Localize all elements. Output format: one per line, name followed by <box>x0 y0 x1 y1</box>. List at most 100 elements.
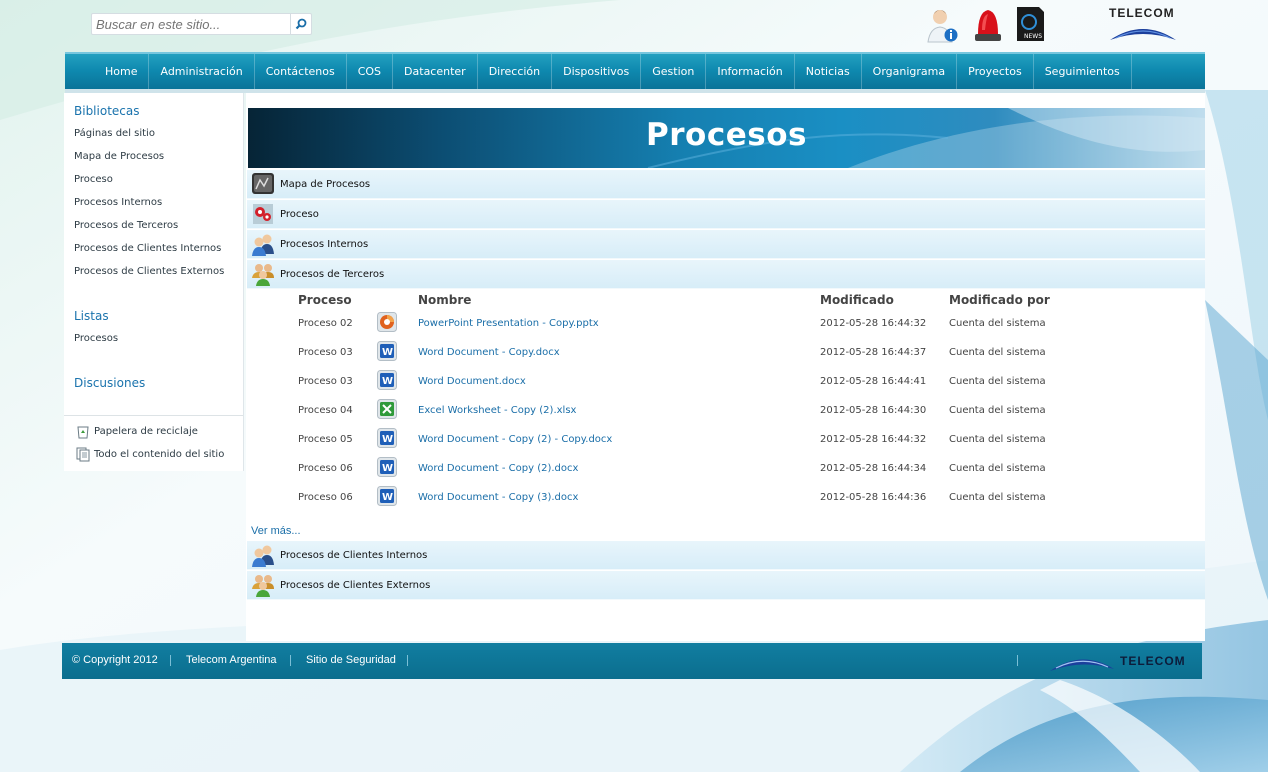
all-content-icon <box>76 447 90 462</box>
word-file-icon: W <box>377 370 397 390</box>
all-content-label: Todo el contenido del sitio <box>94 449 225 460</box>
cell-proceso: Proceso 04 <box>298 405 353 416</box>
sidebar-divider <box>64 415 243 416</box>
search-box <box>91 13 312 35</box>
col-header-modificado[interactable]: Modificado <box>820 293 894 307</box>
nav-organigrama[interactable]: Organigrama <box>862 54 958 89</box>
cell-proceso: Proceso 06 <box>298 492 353 503</box>
cell-nombre-link[interactable]: Word Document.docx <box>418 375 526 389</box>
nav-home[interactable]: Home <box>94 54 150 89</box>
nav-dispositivos[interactable]: Dispositivos <box>552 54 642 89</box>
cell-nombre-link[interactable]: PowerPoint Presentation - Copy.pptx <box>418 317 599 331</box>
nav-direccion[interactable]: Dirección <box>478 54 553 89</box>
cell-nombre-link[interactable]: Word Document - Copy.docx <box>418 346 560 360</box>
sidebar-item-procesos-terceros[interactable]: Procesos de Terceros <box>74 220 178 231</box>
telecom-logo[interactable]: TELECOM <box>1108 6 1178 42</box>
footer-separator <box>407 655 408 666</box>
cell-proceso: Proceso 06 <box>298 463 353 474</box>
section-clientes-externos[interactable]: Procesos de Clientes Externos <box>247 571 1205 600</box>
footer-swoosh <box>1050 659 1114 671</box>
svg-text:NEWS: NEWS <box>1024 33 1042 40</box>
footer-copyright: © Copyright 2012 <box>72 654 158 666</box>
cell-proceso: Proceso 05 <box>298 434 353 445</box>
section-proceso[interactable]: Proceso <box>247 200 1205 229</box>
sidebar-item-proceso[interactable]: Proceso <box>74 174 113 185</box>
cell-nombre-link[interactable]: Word Document - Copy (3).docx <box>418 491 578 505</box>
sidebar-item-mapa-procesos[interactable]: Mapa de Procesos <box>74 151 164 162</box>
col-header-modificado-por[interactable]: Modificado por <box>949 293 1050 307</box>
users-group-icon <box>252 545 274 567</box>
section-mapa-procesos[interactable]: Mapa de Procesos <box>247 170 1205 199</box>
col-header-proceso[interactable]: Proceso <box>298 293 352 307</box>
nav-seguimientos[interactable]: Seguimientos <box>1034 54 1132 89</box>
section-clientes-internos[interactable]: Procesos de Clientes Internos <box>247 541 1205 570</box>
sidebar-item-clientes-externos[interactable]: Procesos de Clientes Externos <box>74 266 224 277</box>
top-navigation: Home Administración Contáctenos COS Data… <box>65 52 1205 89</box>
svg-text:W: W <box>382 376 393 387</box>
cell-nombre-link[interactable]: Word Document - Copy (2) - Copy.docx <box>418 433 612 447</box>
nav-administracion[interactable]: Administración <box>149 54 255 89</box>
users-group-green-icon <box>252 575 274 597</box>
sidebar-item-paginas[interactable]: Páginas del sitio <box>74 128 155 139</box>
nav-informacion[interactable]: Información <box>706 54 795 89</box>
page-banner: Procesos <box>248 108 1205 168</box>
footer-separator <box>170 655 171 666</box>
cell-modificado: 2012-05-28 16:44:41 <box>820 376 927 387</box>
search-input[interactable] <box>92 14 290 34</box>
process-icon <box>253 204 273 224</box>
search-button[interactable] <box>290 14 311 34</box>
sidebar-heading-listas[interactable]: Listas <box>74 309 109 323</box>
cell-modificado-por: Cuenta del sistema <box>949 376 1046 387</box>
left-navigation: Bibliotecas Páginas del sitio Mapa de Pr… <box>64 93 244 471</box>
nav-gestion[interactable]: Gestion <box>641 54 707 89</box>
section-title: Procesos de Terceros <box>280 268 385 280</box>
cell-modificado: 2012-05-28 16:44:32 <box>820 318 927 329</box>
sidebar-heading-discusiones[interactable]: Discusiones <box>74 376 145 390</box>
cell-modificado: 2012-05-28 16:44:36 <box>820 492 927 503</box>
cell-modificado: 2012-05-28 16:44:30 <box>820 405 927 416</box>
page-title: Procesos <box>646 117 807 153</box>
nav-noticias[interactable]: Noticias <box>795 54 862 89</box>
sidebar-item-procesos-list[interactable]: Procesos <box>74 333 118 344</box>
word-file-icon: W <box>377 486 397 506</box>
powerpoint-file-icon <box>377 312 397 332</box>
footer-telecom-logo[interactable]: TELECOM <box>1048 651 1198 673</box>
sidebar-item-clientes-internos[interactable]: Procesos de Clientes Internos <box>74 243 221 254</box>
main-content: Procesos Mapa de Procesos Proceso Proces… <box>246 93 1205 641</box>
cell-nombre-link[interactable]: Word Document - Copy (2).docx <box>418 462 578 476</box>
nav-proyectos[interactable]: Proyectos <box>957 54 1034 89</box>
cell-proceso: Proceso 03 <box>298 347 353 358</box>
cell-modificado-por: Cuenta del sistema <box>949 405 1046 416</box>
brand-text: TELECOM <box>1109 6 1175 20</box>
section-title: Mapa de Procesos <box>280 178 371 190</box>
col-header-nombre[interactable]: Nombre <box>418 293 471 307</box>
alarm-light-icon[interactable] <box>970 4 1006 44</box>
word-file-icon: W <box>377 341 397 361</box>
footer-link-telecom-argentina[interactable]: Telecom Argentina <box>186 654 277 666</box>
news-icon[interactable]: NEWS <box>1014 4 1050 44</box>
nav-datacenter[interactable]: Datacenter <box>393 54 478 89</box>
svg-text:W: W <box>382 434 393 445</box>
footer-separator <box>1017 655 1018 666</box>
footer-link-sitio-seguridad[interactable]: Sitio de Seguridad <box>306 654 396 666</box>
svg-text:W: W <box>382 492 393 503</box>
section-procesos-terceros[interactable]: Procesos de Terceros <box>247 260 1205 289</box>
sidebar-heading-bibliotecas[interactable]: Bibliotecas <box>74 104 139 118</box>
section-procesos-internos[interactable]: Procesos Internos <box>247 230 1205 259</box>
ver-mas-link[interactable]: Ver más... <box>251 525 301 537</box>
all-content-link[interactable]: Todo el contenido del sitio <box>76 447 224 462</box>
word-file-icon: W <box>377 428 397 448</box>
cell-modificado: 2012-05-28 16:44:32 <box>820 434 927 445</box>
recycle-bin-label: Papelera de reciclaje <box>94 426 198 437</box>
nav-contactenos[interactable]: Contáctenos <box>255 54 347 89</box>
recycle-bin-icon <box>77 426 89 439</box>
svg-text:W: W <box>382 347 393 358</box>
section-title: Proceso <box>280 208 319 220</box>
user-info-icon[interactable] <box>924 4 960 44</box>
cell-nombre-link[interactable]: Excel Worksheet - Copy (2).xlsx <box>418 404 576 418</box>
recycle-bin-link[interactable]: Papelera de reciclaje <box>76 424 198 439</box>
cell-modificado: 2012-05-28 16:44:37 <box>820 347 927 358</box>
nav-cos[interactable]: COS <box>347 54 394 89</box>
sidebar-item-procesos-internos[interactable]: Procesos Internos <box>74 197 162 208</box>
users-group-green-icon <box>252 264 274 286</box>
